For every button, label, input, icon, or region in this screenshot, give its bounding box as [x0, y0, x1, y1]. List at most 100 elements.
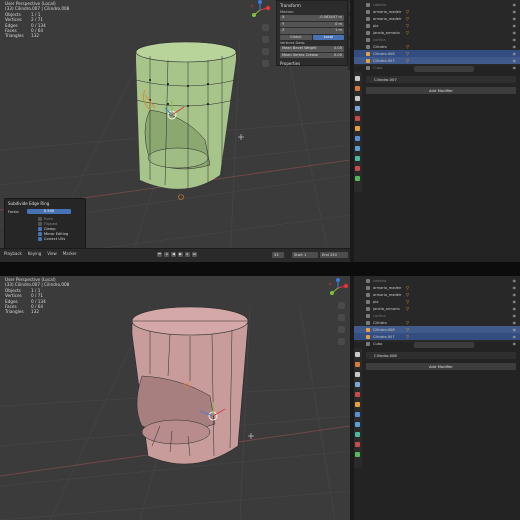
- wrench-icon[interactable]: [355, 136, 360, 141]
- tab-tool[interactable]: [349, 15, 350, 24]
- area-separator: [0, 262, 520, 276]
- tab-item[interactable]: [349, 3, 350, 12]
- outliner-row[interactable]: armario_madeir ▽ ◉: [354, 8, 520, 15]
- outliner-search[interactable]: [414, 66, 474, 72]
- factor-row: Factor 0.500: [8, 209, 82, 214]
- object-icon[interactable]: [355, 402, 360, 407]
- viewport-tools: [338, 302, 346, 350]
- redo-title: Subdivide Edge Ring: [8, 201, 50, 206]
- outliner-row[interactable]: cortina ◉: [354, 312, 520, 319]
- object-name-field[interactable]: Cilindro.007: [366, 76, 516, 83]
- tab-view[interactable]: [349, 27, 350, 36]
- output-icon[interactable]: [355, 372, 360, 377]
- stat-row: Triangles 132: [5, 33, 39, 39]
- outliner-row[interactable]: armario_madeir ▽ ◉: [354, 284, 520, 291]
- next-key-icon[interactable]: ▸: [185, 252, 190, 257]
- view-layer-icon[interactable]: [355, 382, 360, 387]
- grid-icon[interactable]: [338, 338, 345, 345]
- physics-icon[interactable]: [355, 156, 360, 161]
- field-z[interactable]: Z1 m: [280, 28, 344, 34]
- factor-label: Factor: [8, 209, 20, 214]
- zoom-icon[interactable]: [338, 302, 345, 309]
- outliner-row[interactable]: armario_madeir ▽ ◉: [354, 15, 520, 22]
- grid-icon[interactable]: [262, 60, 269, 67]
- output-icon[interactable]: [355, 96, 360, 101]
- zoom-icon[interactable]: [262, 24, 269, 31]
- outliner-row[interactable]: pia ▽ ◉: [354, 22, 520, 29]
- outliner-row[interactable]: Cilindro ▽ ◉: [354, 319, 520, 326]
- stat-row: Triangles 132: [5, 309, 39, 315]
- end-frame-field[interactable]: End 250: [320, 252, 348, 258]
- data-icon[interactable]: [355, 176, 360, 181]
- menu-view[interactable]: View: [47, 251, 57, 256]
- constraints-icon[interactable]: [355, 166, 360, 171]
- menu-playback[interactable]: Playback: [4, 251, 22, 256]
- start-frame-field[interactable]: Start 1: [292, 252, 318, 258]
- outliner-row[interactable]: pia ▽ ◉: [354, 298, 520, 305]
- outliner-search[interactable]: [414, 342, 474, 348]
- outliner-row[interactable]: Cilindro.007 ▽ ◉: [354, 57, 520, 64]
- outliner-row[interactable]: Cilindro ▽ ◉: [354, 43, 520, 50]
- properties-tabs: [354, 72, 362, 192]
- camera-icon[interactable]: [338, 326, 345, 333]
- properties-header[interactable]: Properties: [280, 61, 344, 66]
- scene-icon[interactable]: [355, 392, 360, 397]
- particles-icon[interactable]: [355, 146, 360, 151]
- outliner: cadeira ◉ armario_madeir ▽ ◉ armario_madeir…: [354, 276, 520, 346]
- tool-icon[interactable]: [355, 76, 360, 81]
- navigation-gizmo[interactable]: [326, 278, 350, 300]
- prev-key-icon[interactable]: ◂: [164, 252, 169, 257]
- particles-icon[interactable]: [355, 422, 360, 427]
- menu-keying[interactable]: Keying: [28, 251, 41, 256]
- bottom-editor: User Perspective (Local) (33) Cilindro.0…: [0, 276, 520, 520]
- play-icon[interactable]: ▶: [178, 252, 183, 257]
- render-icon[interactable]: [355, 86, 360, 91]
- physics-icon[interactable]: [355, 432, 360, 437]
- constraints-icon[interactable]: [355, 442, 360, 447]
- render-icon[interactable]: [355, 362, 360, 367]
- object-icon[interactable]: [355, 126, 360, 131]
- timeline-menu: Playback Keying View Marker: [4, 251, 77, 256]
- menu-marker[interactable]: Marker: [63, 251, 77, 256]
- 3d-viewport-top[interactable]: User Perspective (Local) (33) Cilindro.0…: [0, 0, 350, 262]
- navigation-gizmo[interactable]: [248, 0, 272, 22]
- correct-uvs-checkbox[interactable]: Correct UVs: [38, 237, 82, 242]
- global-button[interactable]: Global: [280, 34, 312, 40]
- tool-icon[interactable]: [355, 352, 360, 357]
- data-icon[interactable]: [355, 452, 360, 457]
- field-y[interactable]: Y0 m: [280, 21, 344, 27]
- jump-start-icon[interactable]: ⏮: [157, 252, 162, 257]
- outliner-row[interactable]: cortina ◉: [354, 36, 520, 43]
- object-name-field[interactable]: Cilindro.008: [366, 352, 516, 359]
- redo-last-panel: Subdivide Edge Ring Factor 0.500 Even Fl…: [4, 198, 86, 250]
- local-button[interactable]: Local: [312, 34, 344, 40]
- pan-hand-icon[interactable]: [338, 314, 345, 321]
- wrench-icon[interactable]: [355, 412, 360, 417]
- factor-slider[interactable]: 0.500: [27, 209, 72, 214]
- scene-icon[interactable]: [355, 116, 360, 121]
- camera-icon[interactable]: [262, 48, 269, 55]
- tab-edit[interactable]: [349, 39, 350, 48]
- outliner-row[interactable]: janela_armario ▽ ◉: [354, 29, 520, 36]
- panel-title: Transform: [280, 3, 301, 8]
- vertex-crease-field[interactable]: Mean Vertex Crease 0.00: [280, 52, 344, 58]
- play-reverse-icon[interactable]: ◀: [171, 252, 176, 257]
- top-editor: User Perspective (Local) (33) Cilindro.0…: [0, 0, 520, 262]
- current-frame-field[interactable]: 33: [272, 252, 284, 258]
- jump-end-icon[interactable]: ⏭: [192, 252, 197, 257]
- 3d-viewport-bottom[interactable]: User Perspective (Local) (33) Cilindro.0…: [0, 276, 350, 520]
- outliner-row[interactable]: Cilindro.008 ▽ ◉: [354, 326, 520, 333]
- outliner-row[interactable]: janela_armario ▽ ◉: [354, 305, 520, 312]
- outliner-row[interactable]: Cilindro.008 ▽ ◉: [354, 50, 520, 57]
- field-x[interactable]: X -0.063447 m: [280, 15, 344, 21]
- outliner-row[interactable]: armario_madeir ▽ ◉: [354, 291, 520, 298]
- add-modifier-button[interactable]: Add Modifier: [366, 87, 516, 94]
- add-modifier-button[interactable]: Add Modifier: [366, 363, 516, 370]
- outliner-row[interactable]: cadeira ◉: [354, 1, 520, 8]
- view-layer-icon[interactable]: [355, 106, 360, 111]
- bevel-weight-field[interactable]: Mean Bevel Weight 0.00: [280, 46, 344, 52]
- outliner: cadeira ◉ armario_madeir ▽ ◉ armario_madeir…: [354, 0, 520, 70]
- outliner-row[interactable]: cadeira ◉: [354, 277, 520, 284]
- outliner-row[interactable]: Cilindro.007 ▽ ◉: [354, 333, 520, 340]
- pan-hand-icon[interactable]: [262, 36, 269, 43]
